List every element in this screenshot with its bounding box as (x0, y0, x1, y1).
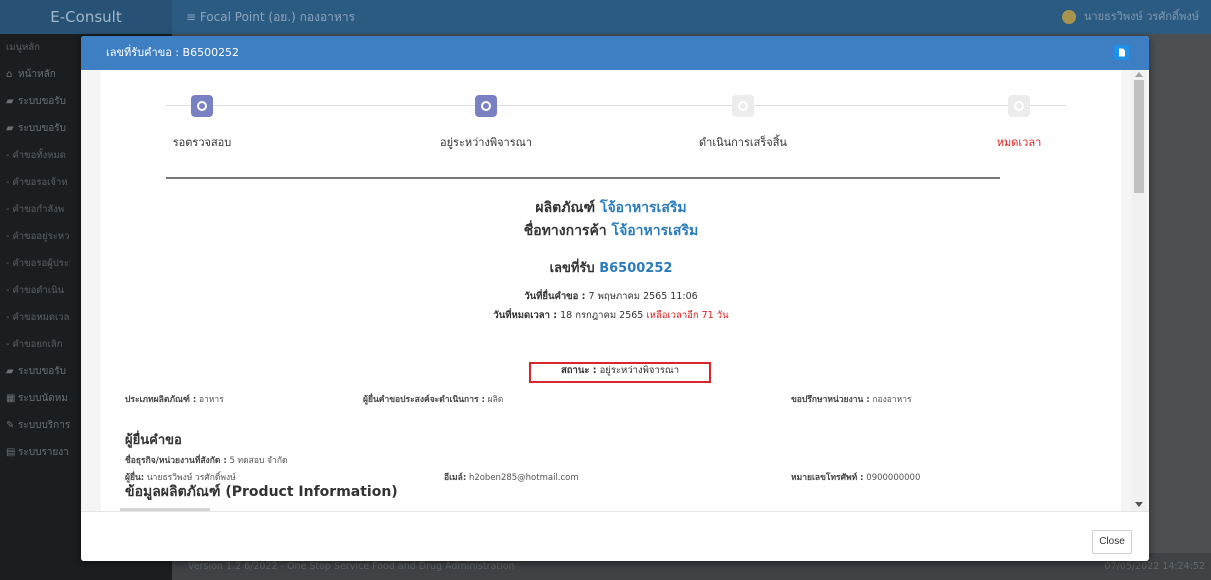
modal-footer: Close (81, 511, 1149, 561)
product-name: โจ้อาหารเสริม (599, 200, 687, 216)
document-icon (1119, 48, 1125, 57)
document-button[interactable] (1114, 45, 1129, 60)
phone-value: 0900000000 (866, 473, 921, 483)
product-type-label: ประเภทผลิตภัณฑ์ : (125, 395, 197, 405)
progress-track (166, 105, 1066, 106)
footer-version: Version 1.2 6/2022 - One Stop Service Fo… (188, 561, 515, 572)
remaining-time: เหลือเวลาอีก 71 วัน (646, 310, 729, 321)
modal-scrollbar[interactable] (1131, 70, 1146, 511)
consult-agency-label: ขอปรึกษาหน่วยงาน : (791, 395, 870, 405)
section-divider (166, 177, 1000, 179)
purpose-value: ผลิต (487, 395, 504, 405)
phone-field: หมายเลขโทรศัพท์ : 0900000000 (791, 470, 920, 484)
sidebar-item-label: - คำขอกำลังพ (6, 204, 65, 215)
step-label-completed: ดำเนินการเสร็จสิ้น (699, 136, 787, 149)
trade-name-heading: ชื่อทางการค้า โจ้อาหารเสริม (101, 220, 1121, 242)
sidebar-item-label: - คำขอยกเลิก (6, 339, 63, 350)
app-brand[interactable]: E-Consult (0, 0, 172, 34)
company-label: ชื่อธุรกิจ/หน่วยงานที่สังกัด : (125, 456, 227, 466)
sidebar-item-label: ระบบขอรับ (18, 123, 66, 134)
sidebar-item-label: ระบบขอรับ (18, 366, 66, 377)
receipt-number: B6500252 (599, 261, 673, 276)
step-marker-timeout (1008, 95, 1030, 117)
status-value: อยู่ระหว่างพิจารณา (599, 365, 680, 376)
sidebar-item-label: - คำขอรอเจ้าห (6, 177, 68, 188)
expire-date-label: วันที่หมดเวลา : (493, 310, 558, 321)
product-info-heading: ข้อมูลผลิตภัณฑ์ (Product Information) (125, 484, 398, 500)
step-label-waiting: รอตรวจสอบ (172, 136, 232, 149)
status-label: สถานะ : (560, 365, 597, 376)
receipt-heading: เลขที่รับ B6500252 (101, 257, 1121, 278)
email-value: h2oben285@hotmail.com (468, 473, 579, 483)
company-field: ชื่อธุรกิจ/หน่วยงานที่สังกัด : 5 ทดสอบ จ… (125, 453, 287, 467)
calendar-icon: ▦ (6, 393, 16, 404)
company-value: 5 ทดสอบ จำกัด (229, 456, 288, 466)
sidebar-item-label: ระบบขอรับ (18, 96, 66, 107)
sidebar-item-label: ระบบรายงา (18, 447, 69, 458)
sidebar-item-label: - คำขอดำเนิน (6, 285, 65, 296)
scroll-up-arrow-icon[interactable] (1135, 72, 1143, 77)
book-icon: ▰ (6, 123, 14, 134)
email-label: อีเมล์: (444, 473, 467, 483)
product-prefix: ผลิตภัณฑ์ (535, 200, 596, 216)
sidebar-item-label: ระบบนัดหม (18, 393, 68, 404)
request-detail-modal: เลขที่รับคำขอ : B6500252 รอตรวจสอบ อยู่ร… (81, 36, 1149, 561)
submit-date-label: วันที่ยื่นคำขอ : (524, 291, 586, 302)
product-type-field: ประเภทผลิตภัณฑ์ : อาหาร (125, 392, 224, 406)
user-menu[interactable]: นายธรวิพงษ์ วรศักดิ์พงษ์ (1061, 0, 1199, 34)
book-icon: ▰ (6, 96, 14, 107)
sidebar-item-label: - คำขอทั้งหมด (6, 150, 66, 161)
home-icon: ⌂ (6, 69, 13, 80)
sidebar-item-label: - คำขอหมดเวล (6, 312, 70, 323)
expire-date-line: วันที่หมดเวลา : 18 กรกฎาคม 2565 เหลือเวล… (101, 308, 1121, 323)
book-icon: ▰ (6, 366, 14, 377)
sidebar-item-label: เมนูหลัก (6, 42, 40, 53)
trade-prefix: ชื่อทางการค้า (523, 223, 607, 239)
email-field: อีเมล์: h2oben285@hotmail.com (444, 470, 579, 484)
sidebar-item-label: - คำขออยู่ระหว (6, 231, 70, 242)
receipt-prefix: เลขที่รับ (549, 261, 595, 276)
submit-date-value: 7 พฤษภาคม 2565 11:06 (588, 291, 698, 302)
step-label-timeout: หมดเวลา (996, 136, 1042, 149)
scrollbar-thumb[interactable] (1134, 80, 1144, 193)
expire-date-value: 18 กรกฎาคม 2565 (560, 310, 644, 321)
product-type-value: อาหาร (198, 395, 224, 405)
step-marker-waiting (191, 95, 213, 117)
tools-icon: ✎ (6, 420, 15, 431)
trade-name: โจ้อาหารเสริม (611, 223, 699, 239)
step-marker-completed (732, 95, 754, 117)
applicant-heading: ผู้ยื่นคำขอ (125, 433, 182, 448)
purpose-label: ผู้ยื่นคำขอประสงค์จะดำเนินการ : (363, 395, 485, 405)
purpose-field: ผู้ยื่นคำขอประสงค์จะดำเนินการ : ผลิต (363, 392, 503, 406)
avatar (1061, 10, 1076, 24)
app-topbar: E-Consult ≡ Focal Point (อย.) กองอาหาร น… (0, 0, 1211, 34)
status-line: สถานะ : อยู่ระหว่างพิจารณา (529, 362, 711, 383)
step-marker-considering (475, 95, 497, 117)
request-detail-panel: รอตรวจสอบ อยู่ระหว่างพิจารณา ดำเนินการเส… (101, 70, 1121, 511)
product-heading: ผลิตภัณฑ์ โจ้อาหารเสริม (101, 197, 1121, 219)
scroll-down-arrow-icon[interactable] (1135, 502, 1143, 507)
sidebar-item-label: ระบบบริการ (18, 420, 71, 431)
modal-title: เลขที่รับคำขอ : B6500252 (106, 46, 240, 59)
phone-label: หมายเลขโทรศัพท์ : (791, 473, 864, 483)
breadcrumb: ≡ Focal Point (อย.) กองอาหาร (186, 10, 355, 24)
user-name: นายธรวิพงษ์ วรศักดิ์พงษ์ (1083, 10, 1199, 23)
consult-agency-field: ขอปรึกษาหน่วยงาน : กองอาหาร (791, 392, 912, 406)
modal-body: รอตรวจสอบ อยู่ระหว่างพิจารณา ดำเนินการเส… (81, 70, 1149, 511)
submit-date-line: วันที่ยื่นคำขอ : 7 พฤษภาคม 2565 11:06 (101, 289, 1121, 304)
consult-agency-value: กองอาหาร (872, 395, 912, 405)
sidebar-item-label: หน้าหลัก (18, 69, 56, 80)
sidebar-item-label: - คำขอรอผู้ประ (6, 258, 69, 269)
modal-header: เลขที่รับคำขอ : B6500252 (81, 36, 1149, 70)
close-button[interactable]: Close (1092, 530, 1132, 554)
step-label-considering: อยู่ระหว่างพิจารณา (439, 136, 533, 149)
report-icon: ▤ (6, 447, 16, 458)
